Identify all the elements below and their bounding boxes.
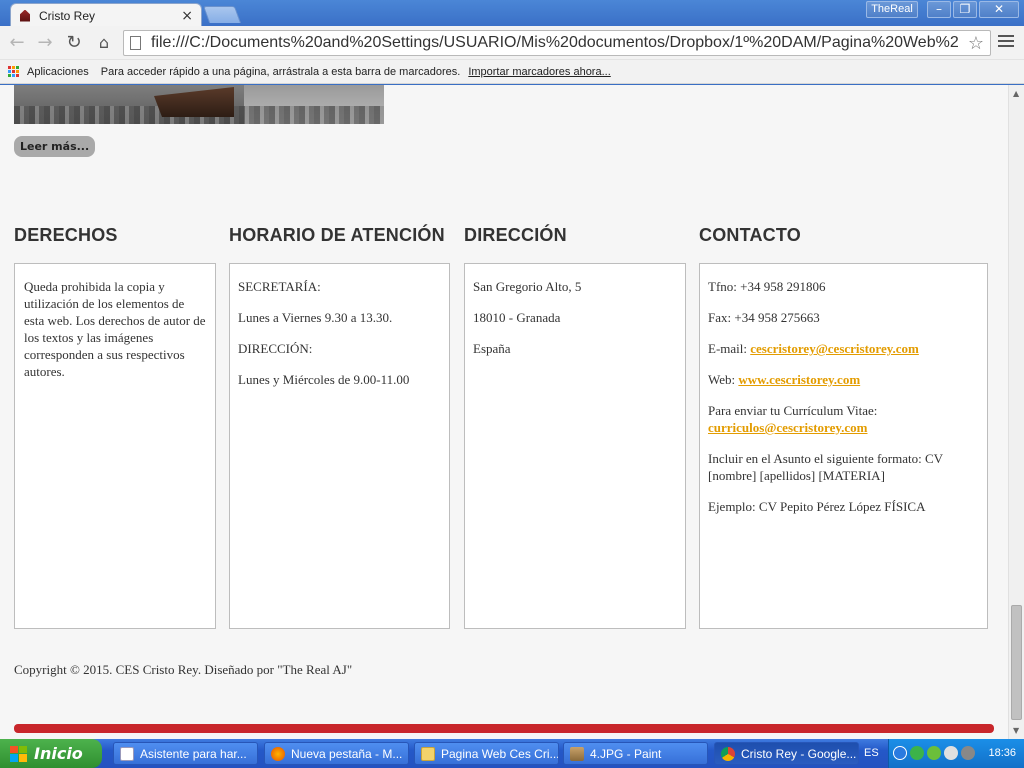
site-favicon-icon <box>19 10 31 22</box>
derechos-text: Queda prohibida la copia y utilización d… <box>24 279 206 379</box>
secretaria-label: SECRETARÍA: <box>238 279 321 294</box>
chrome-icon <box>721 746 735 761</box>
new-tab-button[interactable] <box>202 6 242 23</box>
tab-cristo-rey[interactable]: Cristo Rey × <box>10 3 202 27</box>
email-label: E-mail: <box>708 341 747 356</box>
read-more-button[interactable]: Leer más... <box>14 136 96 157</box>
contacto-box: Tfno: +34 958 291806 Fax: +34 958 275663… <box>699 263 988 629</box>
direccion-title: DIRECCIÓN <box>464 225 567 245</box>
url-text[interactable]: file:///C:/Documents%20and%20Settings/US… <box>151 34 964 52</box>
apps-grid-icon[interactable] <box>8 65 20 78</box>
profile-badge[interactable]: TheReal <box>866 1 918 18</box>
copyright-text: Copyright © 2015. CES Cristo Rey. Diseña… <box>14 662 353 677</box>
contact-cv-row: Para enviar tu Currículum Vitae: curricu… <box>708 402 979 436</box>
address-bar[interactable]: file:///C:/Documents%20and%20Settings/US… <box>123 30 991 56</box>
browser-toolbar: ← → ↻ ⌂ file:///C:/Documents%20and%20Set… <box>0 26 1024 60</box>
forward-icon[interactable]: → <box>34 32 56 54</box>
language-indicator[interactable]: ES <box>864 747 879 759</box>
window-icon <box>120 746 134 761</box>
address-country: España <box>473 341 511 356</box>
import-bookmarks-link[interactable]: Importar marcadores ahora... <box>468 66 610 78</box>
cv-label: Para enviar tu Currículum Vitae: <box>708 403 878 418</box>
windows-taskbar: Inicio Asistente para har... Nueva pesta… <box>0 739 1024 768</box>
taskbar-item-firefox[interactable]: Nueva pestaña - M... <box>264 742 409 765</box>
chrome-menu-icon[interactable] <box>998 35 1014 49</box>
cv-example: Ejemplo: CV Pepito Pérez López FÍSICA <box>708 499 926 514</box>
direccion-box: San Gregorio Alto, 5 18010 - Granada Esp… <box>464 263 686 629</box>
close-window-button[interactable]: ✕ <box>979 1 1019 18</box>
windows-logo-icon <box>10 745 28 762</box>
tray-dropbox-icon[interactable] <box>944 746 958 760</box>
start-button[interactable]: Inicio <box>0 739 102 768</box>
taskbar-item-folder[interactable]: Pagina Web Ces Cri... <box>414 742 559 765</box>
subject-hint: Incluir en el Asunto el siguiente format… <box>708 451 943 483</box>
folder-icon <box>421 746 435 761</box>
reload-icon[interactable]: ↻ <box>63 32 85 54</box>
web-label: Web: <box>708 372 736 387</box>
cv-email-link[interactable]: curriculos@cescristorey.com <box>708 420 868 435</box>
bookmark-star-icon[interactable]: ☆ <box>968 33 984 54</box>
address-street: San Gregorio Alto, 5 <box>473 279 582 294</box>
clock[interactable]: 18:36 <box>988 747 1016 759</box>
scroll-down-icon[interactable]: ▼ <box>1013 726 1019 735</box>
bookmarks-bar: Aplicaciones Para acceder rápido a una p… <box>0 60 1024 84</box>
tray-volume-icon[interactable] <box>961 746 975 760</box>
web-link[interactable]: www.cescristorey.com <box>738 372 860 387</box>
taskbar-item-label: 4.JPG - Paint <box>590 746 662 761</box>
browser-titlebar: Cristo Rey × TheReal – ❐ ✕ <box>0 0 1024 27</box>
contacto-title: CONTACTO <box>699 225 801 245</box>
taskbar-item-label: Pagina Web Ces Cri... <box>441 746 559 761</box>
page-scrollbar[interactable]: ▲ ▼ <box>1008 85 1024 739</box>
taskbar-item-label: Cristo Rey - Google... <box>741 746 857 761</box>
contact-email-row: E-mail: cescristorey@cescristorey.com <box>708 340 979 357</box>
derechos-title: DERECHOS <box>14 225 118 245</box>
apps-shortcut[interactable]: Aplicaciones <box>27 66 89 78</box>
firefox-icon <box>271 746 285 761</box>
article-photo <box>14 85 384 124</box>
tray-shield-icon[interactable] <box>910 746 924 760</box>
taskbar-item-label: Nueva pestaña - M... <box>291 746 403 761</box>
tray-network-icon[interactable] <box>927 746 941 760</box>
contact-web-row: Web: www.cescristorey.com <box>708 371 979 388</box>
minimize-button[interactable]: – <box>927 1 951 18</box>
direccion-hours: Lunes y Miércoles de 9.00-11.00 <box>238 372 410 387</box>
page-viewport: Leer más... DERECHOS HORARIO DE ATENCIÓN… <box>0 85 1008 739</box>
horario-box: SECRETARÍA: Lunes a Viernes 9.30 a 13.30… <box>229 263 450 629</box>
address-city: 18010 - Granada <box>473 310 561 325</box>
taskbar-item-chrome[interactable]: Cristo Rey - Google... <box>714 742 859 765</box>
horario-title: HORARIO DE ATENCIÓN <box>229 225 445 245</box>
direccion-label: DIRECCIÓN: <box>238 341 313 356</box>
page-icon <box>130 36 141 50</box>
derechos-box: Queda prohibida la copia y utilización d… <box>14 263 216 629</box>
tray-icons <box>893 746 975 760</box>
secretaria-hours: Lunes a Viernes 9.30 a 13.30. <box>238 310 393 325</box>
back-icon[interactable]: ← <box>6 32 28 54</box>
tab-title: Cristo Rey <box>39 8 96 23</box>
contact-fax: Fax: +34 958 275663 <box>708 310 820 325</box>
tab-close-icon[interactable]: × <box>181 9 193 23</box>
taskbar-item-paint[interactable]: 4.JPG - Paint <box>563 742 708 765</box>
bookmarks-hint: Para acceder rápido a una página, arrást… <box>100 65 461 78</box>
footer-bar <box>14 724 994 733</box>
contact-phone: Tfno: +34 958 291806 <box>708 279 826 294</box>
scroll-thumb[interactable] <box>1011 605 1022 720</box>
taskbar-item-label: Asistente para har... <box>140 746 247 761</box>
start-label: Inicio <box>34 744 83 763</box>
restore-button[interactable]: ❐ <box>953 1 977 18</box>
paint-icon <box>570 746 584 761</box>
system-tray: 18:36 <box>888 739 1024 768</box>
taskbar-item-asistente[interactable]: Asistente para har... <box>113 742 258 765</box>
email-link[interactable]: cescristorey@cescristorey.com <box>750 341 919 356</box>
tray-back-icon[interactable] <box>893 746 907 760</box>
home-icon[interactable]: ⌂ <box>93 32 115 54</box>
scroll-up-icon[interactable]: ▲ <box>1013 89 1019 98</box>
